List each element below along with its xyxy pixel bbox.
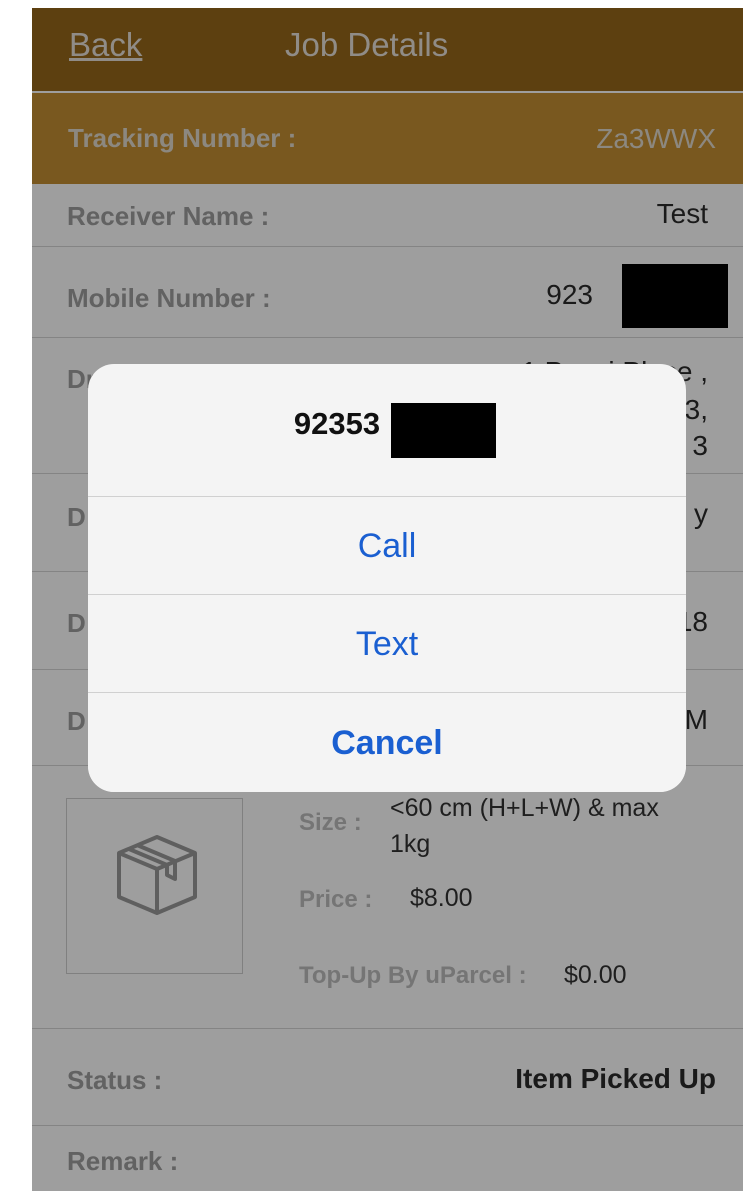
- alert-title-wrap: 92353: [88, 406, 686, 442]
- job-details-screen: Back Job Details Tracking Number : Za3WW…: [32, 8, 743, 1191]
- text-button[interactable]: Text: [88, 594, 686, 692]
- action-sheet-alert: 92353 Call Text Cancel: [88, 364, 686, 792]
- call-button[interactable]: Call: [88, 496, 686, 594]
- cancel-button[interactable]: Cancel: [88, 692, 686, 792]
- redaction-block: [391, 403, 496, 458]
- alert-title: 92353: [293, 406, 381, 441]
